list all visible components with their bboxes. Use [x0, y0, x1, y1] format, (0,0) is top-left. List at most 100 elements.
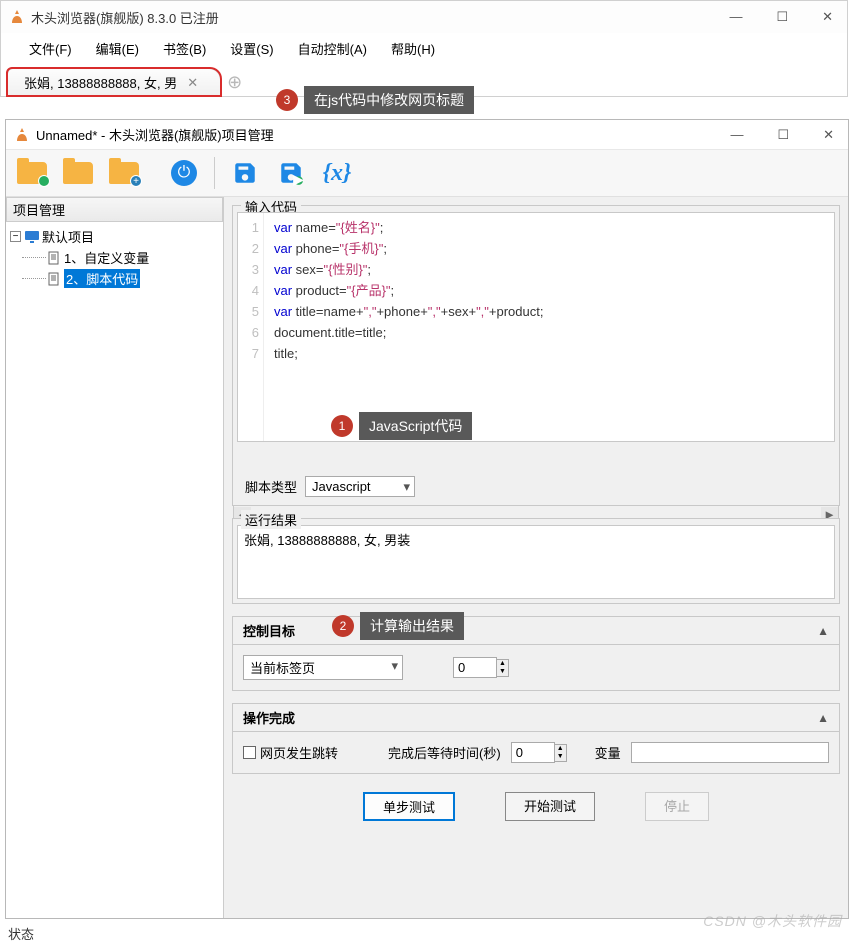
- code-group: 输入代码 1234567 var name="{姓名}"; var phone=…: [232, 205, 840, 506]
- toolbar-divider: [214, 157, 215, 189]
- status-bar: 状态: [4, 922, 38, 945]
- menubar: 文件(F) 编辑(E) 书签(B) 设置(S) 自动控制(A) 帮助(H): [1, 33, 847, 66]
- script-type-dropdown[interactable]: Javascript: [305, 476, 415, 497]
- window-controls: — ☐ ✕: [724, 125, 840, 145]
- open-project-button[interactable]: [58, 154, 98, 192]
- target-dropdown[interactable]: 当前标签页: [243, 655, 403, 680]
- target-index-input[interactable]: [453, 657, 497, 678]
- toolbar: + ⏻ ▶ {x}: [6, 150, 848, 197]
- annotation-badge: 3: [276, 89, 298, 111]
- right-panel: 输入代码 1234567 var name="{姓名}"; var phone=…: [224, 197, 848, 918]
- menu-bookmark[interactable]: 书签(B): [155, 37, 214, 60]
- collapse-icon[interactable]: ▲: [817, 711, 829, 725]
- tree-item-label: 1、自定义变量: [64, 248, 149, 267]
- project-window: Unnamed* - 木头浏览器(旗舰版)项目管理 — ☐ ✕ + ⏻ ▶ {x…: [5, 119, 849, 919]
- spin-up-icon[interactable]: ▲: [555, 745, 566, 753]
- new-project-button[interactable]: [12, 154, 52, 192]
- menu-edit[interactable]: 编辑(E): [88, 37, 147, 60]
- target-dropdown-value: 当前标签页: [250, 661, 315, 676]
- annotation-1: 1 JavaScript代码: [331, 412, 472, 440]
- done-section: 操作完成 ▲ 网页发生跳转 完成后等待时间(秒) ▲▼ 变量: [232, 703, 840, 774]
- spin-up-icon[interactable]: ▲: [497, 660, 508, 668]
- maximize-icon[interactable]: ☐: [770, 7, 794, 27]
- child-title: Unnamed* - 木头浏览器(旗舰版)项目管理: [36, 125, 724, 144]
- main-titlebar: 木头浏览器(旗舰版) 8.3.0 已注册 — ☐ ✕: [1, 1, 847, 33]
- annotation-badge: 1: [331, 415, 353, 437]
- tree-item-2[interactable]: 2、脚本代码: [8, 268, 221, 289]
- tree-line: [22, 257, 46, 258]
- collapse-icon[interactable]: ▲: [817, 624, 829, 638]
- variables-button[interactable]: {x}: [317, 154, 357, 192]
- tree-item-label: 2、脚本代码: [64, 269, 140, 288]
- main-title: 木头浏览器(旗舰版) 8.3.0 已注册: [31, 8, 723, 27]
- spin-down-icon[interactable]: ▼: [555, 753, 566, 761]
- annotation-label: JavaScript代码: [359, 412, 472, 440]
- spin-down-icon[interactable]: ▼: [497, 668, 508, 676]
- save-button[interactable]: [225, 154, 265, 192]
- result-text: 张娟, 13888888888, 女, 男装: [244, 533, 410, 548]
- script-type-value: Javascript: [312, 479, 371, 494]
- new-tab-icon[interactable]: ⊕: [223, 70, 246, 95]
- target-body: 当前标签页 ▲▼: [233, 645, 839, 690]
- browser-tab[interactable]: 张娟, 13888888888, 女, 男 ✕: [7, 68, 221, 96]
- watermark: CSDN @木头软件园: [703, 911, 842, 931]
- var-label: 变量: [595, 743, 621, 762]
- result-output[interactable]: 张娟, 13888888888, 女, 男装: [237, 525, 835, 599]
- stop-button: 停止: [645, 792, 709, 821]
- svg-text:▶: ▶: [293, 171, 304, 186]
- power-button[interactable]: ⏻: [164, 154, 204, 192]
- window-controls: — ☐ ✕: [723, 7, 839, 27]
- menu-file[interactable]: 文件(F): [21, 37, 80, 60]
- start-test-button[interactable]: 开始测试: [505, 792, 595, 821]
- var-input[interactable]: [631, 742, 829, 763]
- redirect-checkbox[interactable]: 网页发生跳转: [243, 743, 338, 762]
- app-icon: [9, 9, 25, 25]
- minimize-icon[interactable]: —: [723, 7, 748, 27]
- vertical-scrollbar[interactable]: [826, 217, 835, 437]
- result-group: 运行结果 张娟, 13888888888, 女, 男装: [232, 518, 840, 604]
- close-icon[interactable]: ✕: [816, 7, 839, 27]
- wait-input[interactable]: [511, 742, 555, 763]
- tree-line: [22, 278, 46, 279]
- wait-label: 完成后等待时间(秒): [388, 743, 501, 762]
- target-index-spin[interactable]: ▲▼: [453, 657, 509, 678]
- add-project-button[interactable]: +: [104, 154, 144, 192]
- menu-auto[interactable]: 自动控制(A): [290, 37, 375, 60]
- annotation-2: 2 计算输出结果: [332, 612, 464, 640]
- script-type-label: 脚本类型: [245, 477, 297, 496]
- target-head: 控制目标 ▲: [233, 617, 839, 645]
- document-icon: [46, 272, 62, 286]
- minimize-icon[interactable]: —: [724, 125, 749, 145]
- tree-collapse-icon[interactable]: −: [10, 231, 21, 242]
- menu-help[interactable]: 帮助(H): [383, 37, 443, 60]
- wait-spin[interactable]: ▲▼: [511, 742, 567, 763]
- annotation-badge: 2: [332, 615, 354, 637]
- done-body: 网页发生跳转 完成后等待时间(秒) ▲▼ 变量: [233, 732, 839, 773]
- done-title: 操作完成: [243, 708, 295, 727]
- maximize-icon[interactable]: ☐: [771, 125, 795, 145]
- target-section: 控制目标 ▲ 当前标签页 ▲▼: [232, 616, 840, 691]
- annotation-label: 在js代码中修改网页标题: [304, 86, 474, 114]
- step-test-button[interactable]: 单步测试: [363, 792, 455, 821]
- code-content: var name="{姓名}"; var phone="{手机}"; var s…: [264, 213, 834, 441]
- save-as-button[interactable]: ▶: [271, 154, 311, 192]
- close-icon[interactable]: ✕: [817, 125, 840, 145]
- line-gutter: 1234567: [238, 213, 264, 441]
- tab-close-icon[interactable]: ✕: [187, 75, 198, 91]
- redirect-label: 网页发生跳转: [260, 743, 338, 762]
- tree-item-1[interactable]: 1、自定义变量: [8, 247, 221, 268]
- annotation-3: 3 在js代码中修改网页标题: [276, 86, 474, 114]
- annotation-label: 计算输出结果: [360, 612, 464, 640]
- done-head: 操作完成 ▲: [233, 704, 839, 732]
- menu-settings[interactable]: 设置(S): [222, 37, 281, 60]
- script-type-row: 脚本类型 Javascript: [237, 472, 835, 501]
- tab-title: 张娟, 13888888888, 女, 男: [24, 73, 177, 92]
- tree-root[interactable]: − 默认项目: [8, 226, 221, 247]
- checkbox-box: [243, 746, 256, 759]
- panel-header: 项目管理: [6, 197, 223, 222]
- button-row: 单步测试 开始测试 停止: [232, 786, 840, 831]
- child-titlebar: Unnamed* - 木头浏览器(旗舰版)项目管理 — ☐ ✕: [6, 120, 848, 150]
- monitor-icon: [24, 230, 40, 244]
- code-editor[interactable]: 1234567 var name="{姓名}"; var phone="{手机}…: [237, 212, 835, 442]
- main-window: 木头浏览器(旗舰版) 8.3.0 已注册 — ☐ ✕ 文件(F) 编辑(E) 书…: [0, 0, 848, 97]
